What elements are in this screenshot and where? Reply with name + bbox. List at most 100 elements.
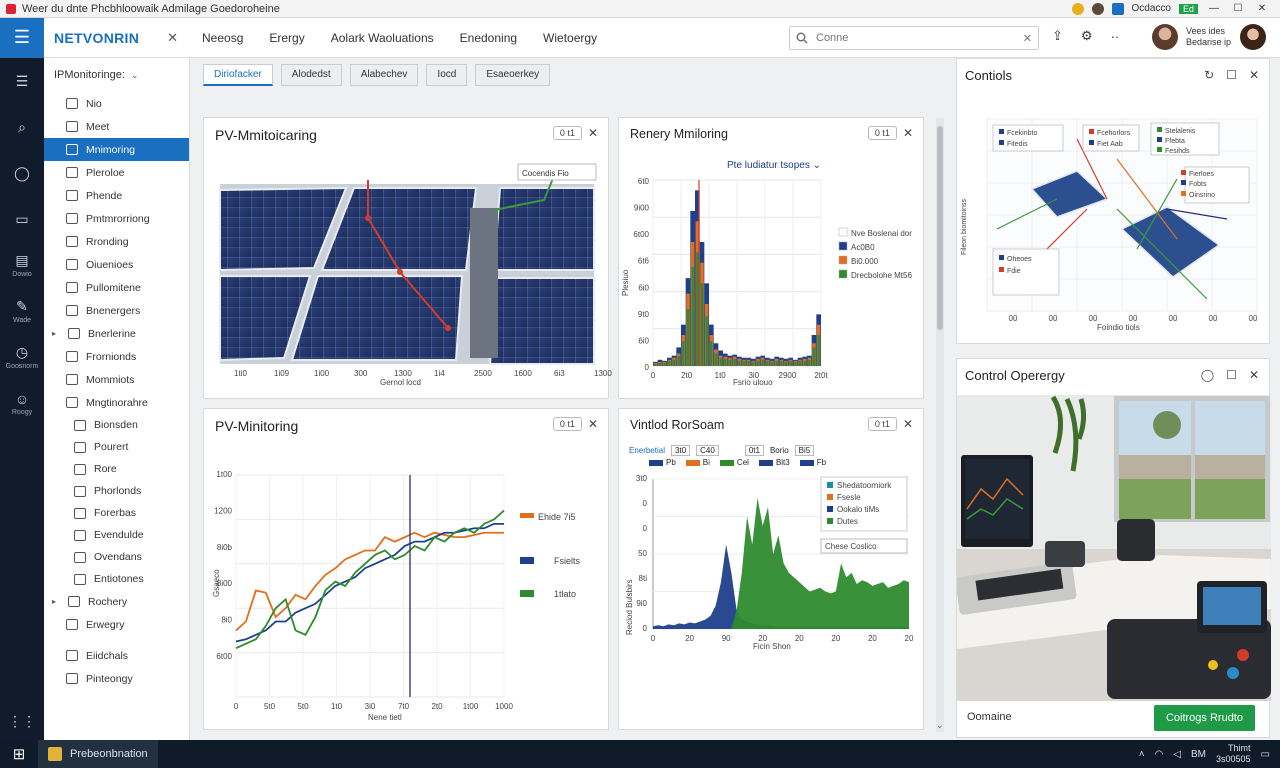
tree-item[interactable]: ▸ Bnerlerine <box>44 322 189 345</box>
clear-search-icon[interactable]: ✕ <box>1023 32 1032 45</box>
tree-item-icon <box>66 374 78 385</box>
wifi-icon[interactable]: ◠ <box>1155 749 1164 760</box>
tree-item[interactable]: Evendulde <box>44 524 189 546</box>
close-icon[interactable]: ✕ <box>1249 68 1259 82</box>
more-icon[interactable]: ·· <box>1111 29 1120 44</box>
tab-2[interactable]: Alabechev <box>349 64 419 86</box>
scroll-down-icon[interactable]: ⌄ <box>936 720 944 731</box>
settings-icon[interactable]: ⚙ <box>1081 28 1093 44</box>
hamburger-menu-icon[interactable]: ☰ <box>0 17 44 58</box>
tab-0[interactable]: Diriofacker <box>203 64 273 86</box>
rail-clock[interactable]: ◷ Goosnorm <box>0 334 44 380</box>
refresh-icon[interactable]: ↻ <box>1204 68 1214 82</box>
notification-icon[interactable] <box>1071 2 1084 15</box>
tree-item[interactable]: Pullomitene <box>44 276 189 299</box>
tree-item[interactable]: Phorlonds <box>44 480 189 502</box>
maximize-icon[interactable]: ☐ <box>1226 68 1237 82</box>
tab-1[interactable]: Alodedst <box>280 64 342 86</box>
legend-swatch <box>520 557 534 564</box>
tree-item[interactable]: Pinteongy <box>44 667 189 690</box>
rail-search[interactable]: ⌕ <box>0 104 44 150</box>
chevron-up-icon[interactable]: ˄ <box>1139 749 1145 760</box>
nav-item-3[interactable]: Enedoning <box>448 18 529 58</box>
minimize-icon[interactable]: — <box>1206 3 1222 14</box>
search-icon <box>796 32 808 44</box>
share-icon[interactable]: ⇪ <box>1052 28 1063 44</box>
nav-item-2[interactable]: Aolark Waoluations <box>319 18 446 58</box>
bar <box>794 361 797 366</box>
pv-monitoring-card: PV-Mmitoicaring 0 t1 ✕ Cocendis Fio 1ti0 1… <box>203 117 612 399</box>
tree-item[interactable]: Mngtinorahre <box>44 391 189 414</box>
chevron-right-icon[interactable]: ▸ <box>52 329 60 338</box>
tree-item[interactable]: Forerbas <box>44 502 189 524</box>
close-icon[interactable]: ✕ <box>1254 3 1270 14</box>
nav-item-4[interactable]: Wietoergy <box>531 18 609 58</box>
rail-people[interactable]: ☺ Roogy <box>0 380 44 426</box>
notifications-icon[interactable]: ▭ <box>1261 749 1270 760</box>
y-axis-label: Plesiuo <box>621 269 630 296</box>
tree-item[interactable]: Rronding <box>44 230 189 253</box>
search-input[interactable] <box>816 32 1023 44</box>
tree-item[interactable]: Frornionds <box>44 345 189 368</box>
apps-grid-icon[interactable]: ⋮⋮ <box>0 713 44 730</box>
y-tick-label: 9t0 <box>638 310 650 319</box>
main-scrollbar[interactable] <box>936 118 944 732</box>
avatar-secondary[interactable] <box>1240 24 1266 50</box>
rail-document[interactable]: ▤ Dowio <box>0 242 44 288</box>
rail-menu[interactable]: ☰ <box>0 58 44 104</box>
tree-item[interactable]: ▸ Rochery <box>44 590 189 613</box>
tab-3[interactable]: Iocd <box>426 64 468 86</box>
tree-item[interactable]: Mommiots <box>44 368 189 391</box>
profile-icon[interactable] <box>1091 2 1104 15</box>
tree-item-label: Forerbas <box>94 507 137 519</box>
tree-item[interactable]: Entiotones <box>44 568 189 590</box>
tree-item-icon <box>68 596 80 607</box>
diagram-label: Fdie <box>1007 268 1021 275</box>
controls-button[interactable]: Coitrogs Rrudto <box>1153 705 1255 731</box>
tree-item[interactable]: Phende <box>44 184 189 207</box>
tree-item[interactable]: Pmtmrorriong <box>44 207 189 230</box>
windows-start-icon[interactable]: ⊞ <box>0 745 38 763</box>
tree-header[interactable]: IPMonitoringe: ⌄ <box>44 58 189 92</box>
tree-item-label: Mommiots <box>86 373 135 386</box>
tree-item[interactable]: Nio <box>44 92 189 115</box>
y-axis-label: Reciod Bulsbirs <box>625 579 634 635</box>
tree-item[interactable]: Oiuenioes <box>44 253 189 276</box>
chevron-right-icon[interactable]: ▸ <box>52 597 60 606</box>
tree-item[interactable]: Eiidchals <box>44 644 189 667</box>
legend-swatch <box>838 227 848 237</box>
chart-legend: Cocendis Fio <box>522 169 569 178</box>
tree-item[interactable]: Erwegry <box>44 613 189 636</box>
diagram-label: Fiet Aab <box>1097 141 1123 148</box>
store-icon[interactable] <box>1111 2 1124 15</box>
bar <box>747 360 750 366</box>
tree-item[interactable]: Pourert <box>44 436 189 458</box>
tree-item-label: Ovendans <box>94 551 142 563</box>
rail-folder[interactable]: ▭ <box>0 196 44 242</box>
avatar[interactable] <box>1152 24 1178 50</box>
nav-item-1[interactable]: Erergy <box>257 18 316 58</box>
close-panel-icon[interactable]: ✕ <box>167 30 178 46</box>
tree-item[interactable]: Ovendans <box>44 546 189 568</box>
rail-wrench[interactable]: ✎ Wade <box>0 288 44 334</box>
taskbar-app[interactable]: Prebeonbnation <box>38 740 158 768</box>
clock[interactable]: Thimt 3s00505 <box>1216 743 1251 765</box>
bar <box>663 362 666 366</box>
tree-item[interactable]: Pleroloe <box>44 161 189 184</box>
tree-item-label: Rore <box>94 463 117 475</box>
scrollbar-thumb[interactable] <box>937 126 943 330</box>
tree-item[interactable]: Bionsden <box>44 414 189 436</box>
user-menu[interactable]: Vees ides Bedarise ip <box>1152 24 1266 50</box>
rail-chat[interactable]: ◯ <box>0 150 44 196</box>
diagram-label: Fobts <box>1189 181 1207 188</box>
nav-item-0[interactable]: Neeosg <box>190 18 255 58</box>
language-indicator[interactable]: BM <box>1191 749 1206 760</box>
tree-item[interactable]: Rore <box>44 458 189 480</box>
maximize-icon[interactable]: ☐ <box>1230 3 1246 14</box>
tree-item-label: Pleroloe <box>86 166 125 179</box>
tree-item[interactable]: Bnenergers <box>44 299 189 322</box>
tree-item[interactable]: Mnimoring <box>44 138 189 161</box>
tree-item[interactable]: Meet <box>44 115 189 138</box>
volume-icon[interactable]: ◁ <box>1173 749 1181 760</box>
tab-4[interactable]: Esaeoerkey <box>475 64 551 86</box>
